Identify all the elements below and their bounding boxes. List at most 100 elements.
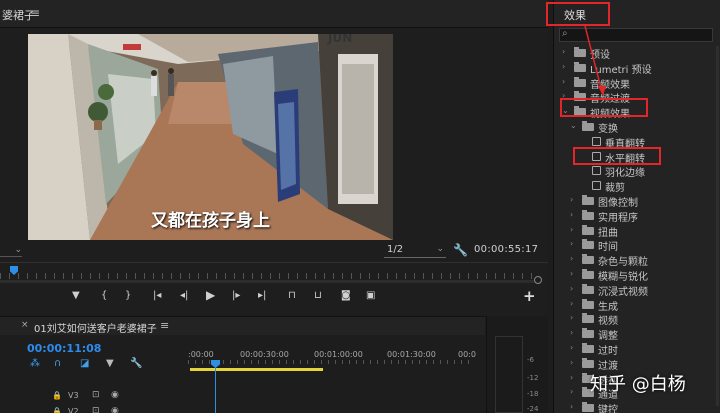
monitor-menu-icon[interactable]: ≡ (30, 6, 40, 20)
effect-item-label: 时间 (598, 242, 618, 254)
go-to-out-button[interactable]: ▸| (258, 290, 266, 301)
monitor-duration-timecode: 00:00:55:17 (474, 244, 539, 255)
ruler-label: :00:00 (188, 350, 214, 359)
folder-icon (582, 343, 594, 353)
add-marker-button[interactable]: ▼ (72, 290, 80, 301)
step-forward-button[interactable]: |▸ (232, 290, 240, 301)
close-icon[interactable]: × (21, 320, 29, 330)
monitor-controls: ⌄ 1/2 ⌄ 🔧 00:00:55:17 (0, 241, 548, 261)
effect-item-label: 调整 (598, 331, 618, 343)
folder-icon (582, 328, 594, 339)
folder-icon (582, 195, 594, 205)
chevron-right-icon[interactable]: › (570, 225, 573, 234)
chevron-right-icon[interactable]: › (562, 77, 565, 86)
mark-in-button[interactable]: { (101, 290, 107, 301)
chevron-right-icon[interactable]: › (570, 343, 573, 352)
scrollbar-handle[interactable] (534, 276, 542, 284)
marker-icon[interactable]: ▼ (106, 358, 114, 369)
wrench-icon[interactable]: 🔧 (453, 243, 468, 257)
effect-item-label: Lumetri 预设 (590, 64, 652, 76)
effect-item-label: 裁剪 (605, 183, 625, 195)
effects-search-input[interactable]: ⌕ (559, 28, 713, 42)
track-name[interactable]: V3 (68, 391, 79, 400)
chevron-down-icon[interactable]: ⌄ (570, 121, 577, 130)
resolution-select[interactable]: 1/2 ⌄ (384, 244, 446, 258)
fit-dropdown[interactable]: ⌄ (0, 245, 22, 257)
meter-bars (495, 336, 523, 413)
lift-button[interactable]: ⊓ (288, 290, 296, 301)
search-icon: ⌕ (562, 28, 568, 39)
folder-icon (582, 121, 594, 131)
settings-wrench-icon[interactable]: 🔧 (130, 358, 142, 369)
folder-icon (582, 224, 594, 235)
work-area-bar[interactable] (190, 368, 323, 371)
effects-scrollbar[interactable] (716, 46, 719, 406)
chevron-right-icon[interactable]: › (562, 62, 565, 71)
effect-item-label: 沉浸式视频 (598, 286, 648, 298)
track-header: 🔒 V2 ⊡ ◉ (0, 406, 186, 413)
timeline-menu-icon[interactable]: ≡ (160, 319, 169, 332)
monitor-time-ruler[interactable] (0, 262, 548, 284)
chevron-right-icon[interactable]: › (570, 299, 573, 308)
timeline-current-timecode[interactable]: 00:00:11:08 (27, 342, 101, 355)
mark-out-button[interactable]: } (125, 290, 131, 301)
play-button[interactable]: ▶ (206, 288, 215, 302)
step-back-button[interactable]: ◂| (180, 290, 188, 301)
meter-label: -12 (527, 374, 539, 382)
extract-button[interactable]: ⊔ (314, 290, 322, 301)
chevron-right-icon[interactable]: › (570, 269, 573, 278)
effect-item-label: 过时 (598, 346, 618, 357)
chevron-right-icon[interactable]: › (570, 373, 573, 382)
chevron-right-icon[interactable]: › (570, 254, 573, 263)
watermark-text: 知乎 @白杨 (590, 374, 686, 395)
lock-icon[interactable]: 🔒 (52, 391, 62, 400)
transport-controls: ▼ { } |◂ ◂| ▶ |▸ ▸| ⊓ ⊔ ◙ ▣ + (0, 286, 548, 308)
annotation-box-effects-tab (546, 2, 610, 26)
go-to-in-button[interactable]: |◂ (153, 290, 161, 301)
chevron-right-icon[interactable]: › (570, 195, 573, 204)
track-name[interactable]: V2 (68, 407, 79, 413)
chevron-right-icon[interactable]: › (570, 387, 573, 396)
sequence-tab-title[interactable]: 01刘艾如何送客户老婆裙子 (34, 320, 157, 335)
chevron-right-icon[interactable]: › (570, 210, 573, 219)
sync-lock-icon[interactable]: ⊡ (92, 406, 100, 413)
add-button-icon[interactable]: + (523, 287, 536, 305)
ruler-ticks (188, 360, 470, 364)
linked-selection-icon[interactable]: ◪ (80, 358, 89, 369)
snap-icon[interactable]: ∩ (54, 358, 61, 369)
folder-icon (582, 357, 594, 368)
camera-icon[interactable]: ◙ (341, 290, 351, 301)
folder-icon (574, 76, 586, 87)
ruler-label: 00:00:30:00 (240, 350, 289, 359)
chevron-right-icon[interactable]: › (570, 358, 573, 367)
effect-item-label: 视频 (598, 316, 618, 328)
timeline-playhead[interactable] (215, 361, 216, 413)
lock-icon[interactable]: 🔒 (52, 407, 62, 413)
effect-icon (592, 181, 601, 191)
annotation-box-video-effects (560, 98, 648, 117)
ruler-label: 00:01:00:00 (314, 350, 363, 359)
chevron-right-icon[interactable]: › (562, 47, 565, 56)
chevron-right-icon[interactable]: › (570, 402, 573, 411)
compare-view-button[interactable]: ▣ (366, 290, 375, 301)
monitor-zoom-scrollbar[interactable] (0, 280, 535, 283)
folder-icon (582, 209, 594, 220)
effect-item-label: 生成 (598, 301, 618, 313)
folder-icon (574, 61, 586, 72)
chevron-right-icon[interactable]: › (570, 328, 573, 337)
effects-panel: 效果 ⌕ › 预设 › Lumetri 预设 › 音频效果 › 音频过渡 ⌄ 视频效果 ⌄ 变换 垂直翻… (553, 0, 720, 413)
folder-icon (582, 269, 594, 279)
sync-lock-icon[interactable]: ⊡ (92, 390, 100, 400)
effect-item-label: 图像控制 (598, 198, 638, 209)
nest-icon[interactable]: ⁂ (30, 358, 40, 369)
chevron-right-icon[interactable]: › (570, 313, 573, 322)
folder-icon (574, 47, 586, 57)
eye-icon[interactable]: ◉ (111, 406, 119, 413)
ruler-ticks (0, 273, 535, 279)
video-subtitle: 又都在孩子身上 (151, 211, 270, 231)
monitor-header: 婆裙子 ≡ (0, 0, 548, 28)
chevron-right-icon[interactable]: › (570, 284, 573, 293)
folder-icon (582, 283, 594, 294)
eye-icon[interactable]: ◉ (111, 390, 119, 400)
chevron-right-icon[interactable]: › (570, 239, 573, 248)
